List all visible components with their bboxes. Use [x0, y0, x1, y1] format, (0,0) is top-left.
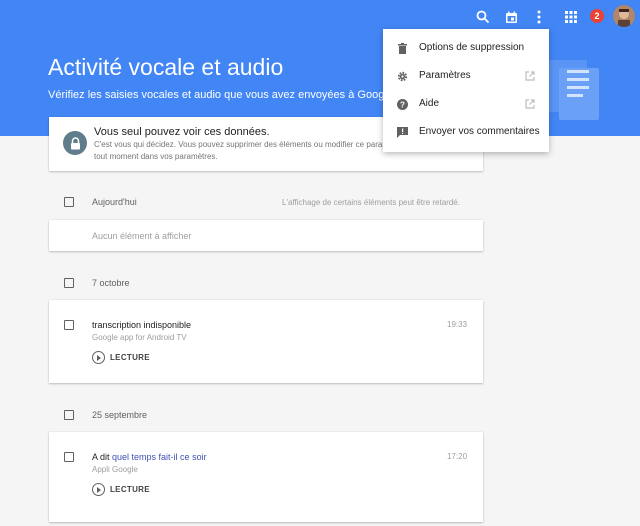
item-time: 17:20: [447, 452, 468, 461]
page-subtitle: Vérifiez les saisies vocales et audio qu…: [48, 89, 396, 101]
menu-item-help[interactable]: ? Aide: [383, 90, 549, 118]
menu-item-label: Aide: [419, 98, 440, 109]
feedback-icon: [396, 126, 408, 138]
checkbox-today[interactable]: [64, 197, 74, 207]
activity-item: transcription indisponible Google app fo…: [49, 300, 483, 383]
gear-icon: [396, 70, 408, 82]
play-icon: [92, 483, 105, 496]
menu-item-delete-options[interactable]: Options de suppression: [383, 34, 549, 62]
lock-icon: [63, 131, 87, 155]
play-button[interactable]: LECTURE: [92, 350, 162, 365]
trash-icon: [396, 42, 408, 54]
item-source: Google app for Android TV: [92, 333, 187, 342]
play-label: LECTURE: [110, 353, 150, 362]
privacy-title: Vous seul pouvez voir ces données.: [94, 126, 270, 138]
menu-item-label: Options de suppression: [419, 42, 525, 53]
play-label: LECTURE: [110, 485, 150, 494]
today-label: Aujourd'hui: [92, 197, 137, 207]
checkbox-item[interactable]: [64, 452, 74, 462]
menu-item-settings[interactable]: Paramètres: [383, 62, 549, 90]
menu-item-label: Paramètres: [419, 70, 471, 81]
group-date: 25 septembre: [92, 410, 148, 420]
activity-item: A dit quel temps fait-il ce soir Appli G…: [49, 432, 483, 522]
item-prefix: A dit: [92, 452, 110, 462]
play-button[interactable]: LECTURE: [92, 482, 162, 497]
svg-text:?: ?: [400, 100, 405, 109]
item-title: transcription indisponible: [92, 320, 192, 330]
item-time: 19:33: [447, 320, 468, 329]
page-title: Activité vocale et audio: [48, 54, 284, 80]
checkbox-group-25-septembre[interactable]: [64, 410, 74, 420]
checkbox-item[interactable]: [64, 320, 74, 330]
more-vert-icon[interactable]: [529, 7, 549, 27]
play-icon: [92, 351, 105, 364]
external-link-icon: [525, 71, 535, 81]
delay-notice: L'affichage de certains éléments peut êt…: [282, 198, 460, 207]
empty-card: Aucun élément à afficher: [49, 220, 483, 251]
help-icon: ?: [396, 98, 408, 110]
overflow-menu: Options de suppression Paramètres ? Aide…: [383, 29, 549, 152]
apps-grid-icon[interactable]: [561, 7, 581, 27]
menu-item-label: Envoyer vos commentaires: [419, 126, 540, 137]
header-illustration: [545, 60, 605, 136]
avatar[interactable]: [613, 5, 635, 27]
search-icon[interactable]: [473, 7, 493, 27]
empty-message: Aucun élément à afficher: [92, 231, 192, 241]
notification-badge[interactable]: 2: [590, 9, 604, 23]
query-link[interactable]: quel temps fait-il ce soir: [112, 452, 207, 462]
calendar-icon[interactable]: [501, 7, 521, 27]
item-title: A dit quel temps fait-il ce soir: [92, 452, 207, 462]
privacy-description: C'est vous qui décidez. Vous pouvez supp…: [94, 140, 410, 161]
checkbox-group-7-octobre[interactable]: [64, 278, 74, 288]
item-source: Appli Google: [92, 465, 138, 474]
external-link-icon: [525, 99, 535, 109]
group-date: 7 octobre: [92, 278, 130, 288]
menu-item-feedback[interactable]: Envoyer vos commentaires: [383, 118, 549, 146]
